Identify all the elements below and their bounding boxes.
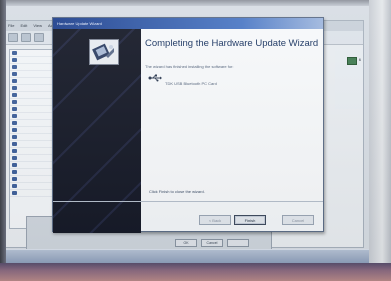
tree-row[interactable] bbox=[10, 120, 52, 127]
menu-item-view[interactable]: View bbox=[33, 23, 42, 29]
wizard-heading: Completing the Hardware Update Wizard bbox=[145, 38, 319, 49]
device-node-icon bbox=[12, 163, 17, 167]
device-node-icon bbox=[12, 51, 17, 55]
device-manager-icon[interactable] bbox=[347, 57, 357, 65]
device-node-icon bbox=[12, 86, 17, 90]
tree-row[interactable] bbox=[10, 78, 52, 85]
toolbar-back-button[interactable] bbox=[8, 33, 18, 42]
usb-icon bbox=[148, 74, 162, 82]
tree-row[interactable] bbox=[10, 127, 52, 134]
finish-instruction: Click Finish to close the wizard. bbox=[149, 189, 205, 194]
wizard-content: Completing the Hardware Update Wizard Th… bbox=[141, 29, 323, 201]
right-panel-label: 6 bbox=[358, 57, 361, 62]
tree-row[interactable] bbox=[10, 162, 52, 169]
taskbar bbox=[6, 249, 369, 263]
tree-row[interactable] bbox=[10, 190, 52, 197]
menu-item-edit[interactable]: Edit bbox=[20, 23, 27, 29]
device-node-icon bbox=[12, 79, 17, 83]
device-node-icon bbox=[12, 100, 17, 104]
device-node-icon bbox=[12, 58, 17, 62]
device-node-icon bbox=[12, 135, 17, 139]
tree-row[interactable] bbox=[10, 183, 52, 190]
device-node-icon bbox=[12, 149, 17, 153]
wizard-description: The wizard has finished installing the s… bbox=[145, 64, 234, 69]
tree-row[interactable] bbox=[10, 57, 52, 64]
toolbar-up-button[interactable] bbox=[34, 33, 44, 42]
tree-row[interactable] bbox=[10, 85, 52, 92]
tree-row[interactable] bbox=[10, 113, 52, 120]
tree-row[interactable] bbox=[10, 155, 52, 162]
device-node-icon bbox=[12, 156, 17, 160]
device-node-icon bbox=[12, 114, 17, 118]
tree-row[interactable] bbox=[10, 92, 52, 99]
device-node-icon bbox=[12, 93, 17, 97]
hardware-update-wizard: Hardware Update Wizard Completing the Ha… bbox=[52, 17, 324, 233]
tree-row[interactable] bbox=[10, 134, 52, 141]
monitor-bezel-right bbox=[369, 0, 391, 281]
device-node-icon bbox=[12, 170, 17, 174]
device-node-icon bbox=[12, 121, 17, 125]
tree-row[interactable] bbox=[10, 106, 52, 113]
device-tree bbox=[9, 49, 53, 229]
device-node-icon bbox=[12, 72, 17, 76]
desk-background bbox=[0, 263, 391, 281]
wizard-divider bbox=[53, 201, 323, 202]
background-help-button[interactable] bbox=[227, 239, 249, 247]
tree-row[interactable] bbox=[10, 141, 52, 148]
tree-row[interactable] bbox=[10, 64, 52, 71]
toolbar-forward-button[interactable] bbox=[21, 33, 31, 42]
device-node-icon bbox=[12, 65, 17, 69]
tree-row[interactable] bbox=[10, 99, 52, 106]
device-node-icon bbox=[12, 191, 17, 195]
wizard-side-panel bbox=[53, 29, 141, 233]
tree-row[interactable] bbox=[10, 176, 52, 183]
back-button[interactable]: < Back bbox=[199, 215, 231, 225]
desktop-screen: File Edit View Action 6 OK Cancel Hardwa… bbox=[6, 6, 369, 263]
menu-item-file[interactable]: File bbox=[8, 23, 14, 29]
tree-row[interactable] bbox=[10, 148, 52, 155]
tree-row[interactable] bbox=[10, 50, 52, 57]
wizard-titlebar[interactable]: Hardware Update Wizard bbox=[53, 18, 323, 29]
device-node-icon bbox=[12, 142, 17, 146]
background-ok-button[interactable]: OK bbox=[175, 239, 197, 247]
tree-row[interactable] bbox=[10, 169, 52, 176]
tree-row[interactable] bbox=[10, 71, 52, 78]
device-node-icon bbox=[12, 107, 17, 111]
device-node-icon bbox=[12, 128, 17, 132]
device-node-icon bbox=[12, 184, 17, 188]
cancel-button[interactable]: Cancel bbox=[282, 215, 314, 225]
installed-device-name: TDK USB Bluetooth PC Card bbox=[165, 81, 217, 86]
device-node-icon bbox=[12, 177, 17, 181]
background-cancel-button[interactable]: Cancel bbox=[201, 239, 223, 247]
finish-button[interactable]: Finish bbox=[234, 215, 266, 225]
hardware-wizard-icon bbox=[89, 39, 119, 65]
